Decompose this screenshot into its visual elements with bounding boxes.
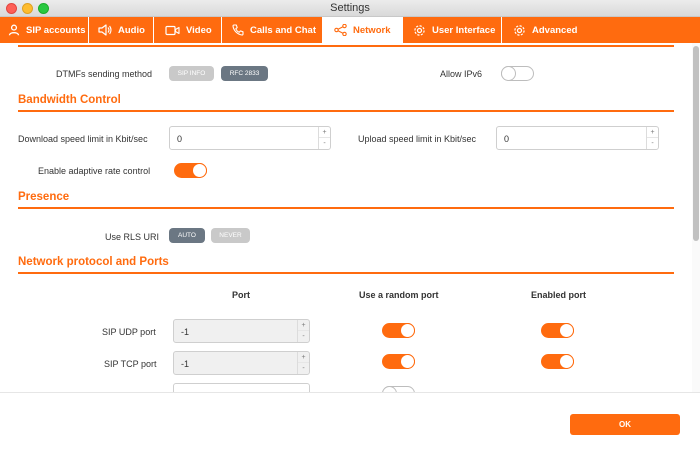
title-bar: Settings bbox=[0, 0, 700, 17]
tab-label: Video bbox=[186, 24, 212, 36]
dtmf-rfc2833-option[interactable]: RFC 2833 bbox=[221, 66, 268, 81]
increment-button[interactable]: + bbox=[298, 352, 309, 363]
port-stepper-partial[interactable] bbox=[173, 383, 310, 392]
ports-section-title: Network protocol and Ports bbox=[18, 256, 169, 268]
tab-advanced[interactable]: Advanced bbox=[502, 17, 577, 43]
tab-audio[interactable]: Audio bbox=[89, 17, 154, 43]
dtmf-label: DTMFs sending method bbox=[56, 69, 153, 79]
tab-network[interactable]: Network bbox=[323, 17, 403, 43]
sip-udp-port-label: SIP UDP port bbox=[102, 327, 156, 337]
share-network-icon bbox=[334, 24, 347, 36]
tab-user-interface[interactable]: User Interface bbox=[403, 17, 502, 43]
gear-icon bbox=[514, 24, 525, 36]
network-settings-panel: DTMFs sending method SIP INFO RFC 2833 A… bbox=[0, 43, 692, 392]
sip-tcp-port-label: SIP TCP port bbox=[104, 359, 157, 369]
download-speed-stepper[interactable]: 0 + - bbox=[169, 126, 331, 150]
section-divider bbox=[18, 272, 674, 274]
section-divider bbox=[18, 45, 674, 47]
sip-tcp-port-value: -1 bbox=[181, 359, 190, 369]
rls-auto-option[interactable]: AUTO bbox=[169, 228, 205, 243]
sip-udp-enabled-toggle[interactable] bbox=[541, 323, 574, 338]
ok-button[interactable]: OK bbox=[570, 414, 680, 435]
user-icon bbox=[8, 24, 20, 36]
settings-tab-bar: SIP accounts Audio Video Calls and Chat … bbox=[0, 17, 700, 43]
upload-speed-value: 0 bbox=[504, 134, 510, 144]
increment-button[interactable]: + bbox=[319, 127, 330, 138]
presence-section-title: Presence bbox=[18, 191, 70, 203]
tab-video[interactable]: Video bbox=[154, 17, 222, 43]
sip-udp-port-stepper[interactable]: -1 + - bbox=[173, 319, 310, 343]
decrement-button[interactable]: - bbox=[298, 331, 309, 342]
sip-udp-port-value: -1 bbox=[181, 327, 190, 337]
allow-ipv6-toggle[interactable] bbox=[501, 66, 534, 81]
rls-never-option[interactable]: NEVER bbox=[211, 228, 250, 243]
decrement-button[interactable]: - bbox=[647, 138, 658, 149]
random-port-column-header: Use a random port bbox=[359, 290, 439, 300]
tab-label: User Interface bbox=[432, 24, 496, 36]
speaker-icon bbox=[98, 24, 112, 36]
decrement-button[interactable]: - bbox=[319, 138, 330, 149]
bandwidth-section-title: Bandwidth Control bbox=[18, 94, 121, 106]
tab-label: Network bbox=[353, 24, 391, 36]
adaptive-rate-label: Enable adaptive rate control bbox=[38, 166, 151, 176]
rls-uri-label: Use RLS URI bbox=[105, 232, 160, 242]
tab-label: Advanced bbox=[532, 24, 578, 36]
tab-label: SIP accounts bbox=[26, 24, 86, 36]
sip-tcp-port-stepper[interactable]: -1 + - bbox=[173, 351, 310, 375]
tab-calls-and-chat[interactable]: Calls and Chat bbox=[222, 17, 323, 43]
download-speed-label: Download speed limit in Kbit/sec bbox=[18, 134, 148, 144]
adaptive-rate-toggle[interactable] bbox=[174, 163, 207, 178]
increment-button[interactable]: + bbox=[298, 320, 309, 331]
gear-icon bbox=[414, 24, 425, 36]
sip-tcp-enabled-toggle[interactable] bbox=[541, 354, 574, 369]
phone-icon bbox=[232, 24, 244, 36]
upload-speed-stepper[interactable]: 0 + - bbox=[496, 126, 659, 150]
section-divider bbox=[18, 207, 674, 209]
sip-tcp-random-port-toggle[interactable] bbox=[382, 354, 415, 369]
enabled-port-column-header: Enabled port bbox=[531, 290, 587, 300]
allow-ipv6-label: Allow IPv6 bbox=[440, 69, 483, 79]
download-speed-value: 0 bbox=[177, 134, 183, 144]
decrement-button[interactable]: - bbox=[298, 363, 309, 374]
increment-button[interactable]: + bbox=[647, 127, 658, 138]
video-camera-icon bbox=[165, 25, 180, 35]
port-column-header: Port bbox=[232, 290, 250, 300]
window-title: Settings bbox=[330, 2, 370, 14]
dtmf-sip-info-option[interactable]: SIP INFO bbox=[169, 66, 214, 81]
sip-udp-random-port-toggle[interactable] bbox=[382, 323, 415, 338]
tab-sip-accounts[interactable]: SIP accounts bbox=[0, 17, 89, 43]
tab-label: Calls and Chat bbox=[250, 24, 316, 36]
upload-speed-label: Upload speed limit in Kbit/sec bbox=[358, 134, 477, 144]
tab-label: Audio bbox=[118, 24, 145, 36]
settings-window: Settings SIP accounts Audio Video Calls … bbox=[0, 0, 700, 454]
content-scrollbar-thumb[interactable] bbox=[693, 46, 699, 241]
section-divider bbox=[18, 110, 674, 112]
